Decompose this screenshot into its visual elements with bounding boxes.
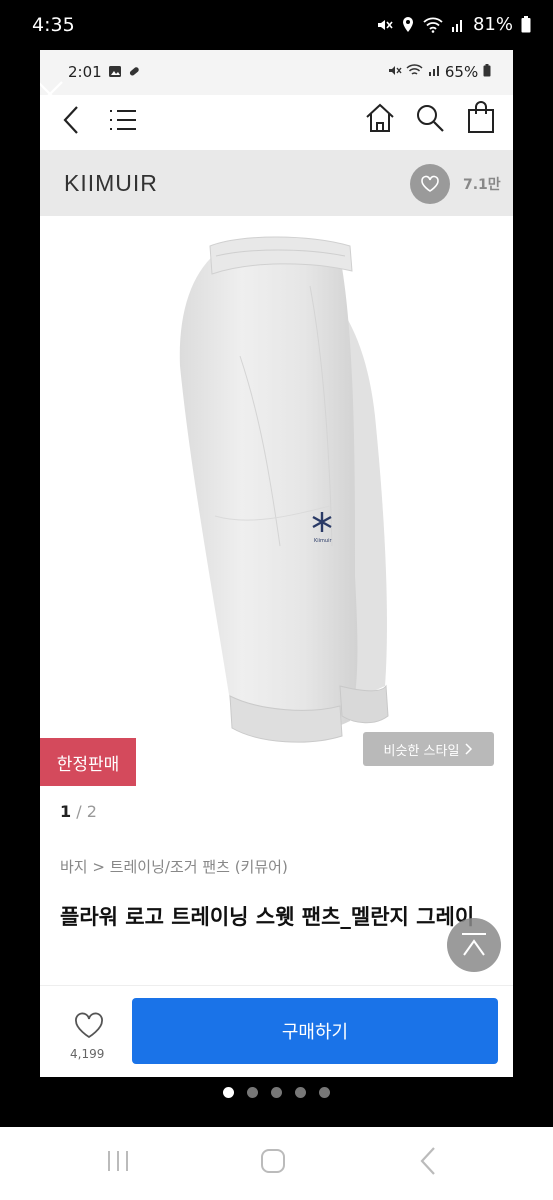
outer-status-time: 4:35 [32,14,75,36]
inner-battery-icon [483,64,491,77]
outer-battery-text: 81% [472,14,513,35]
brand-like-count: 7.1만 [463,177,501,193]
page-dot[interactable] [247,1087,258,1098]
system-navigation-bar [0,1127,553,1200]
pager-total: 2 [86,802,97,821]
brand-like-button[interactable] [410,164,450,204]
like-heart-icon[interactable] [73,1012,105,1040]
bag-icon[interactable] [466,100,496,134]
scroll-top-button[interactable] [447,918,501,972]
location-icon [402,16,413,32]
link-icon [129,67,139,76]
top-navigation [40,95,513,150]
product-logo-text: Kiimuir [314,538,332,544]
limited-sale-badge: 한정판매 [40,738,136,786]
heart-icon [421,175,439,192]
back-icon[interactable] [60,104,84,136]
recent-apps-icon[interactable] [104,1147,132,1175]
inner-status-icons: 65% [388,63,491,81]
page-dot-active[interactable] [223,1087,234,1098]
inner-mute-icon [388,66,402,75]
system-back-icon[interactable] [416,1145,440,1177]
bottom-action-bar: 4,199 구매하기 [40,985,513,1077]
page-dot[interactable] [295,1087,306,1098]
battery-icon [521,16,531,33]
page-dot[interactable] [319,1087,330,1098]
pager-current: 1 [60,802,72,821]
brand-bar[interactable]: KIIMUIR 7.1만 [40,150,513,216]
inner-signal-icon [429,66,440,76]
scroll-top-icon [462,933,486,956]
brand-name[interactable]: KIIMUIR [64,170,158,197]
inner-wifi-icon [406,64,423,75]
breadcrumb[interactable]: 바지 > 트레이닝/조거 팬츠 (키뮤어) [60,856,288,877]
product-title: 플라워 로고 트레이닝 스웻 팬츠_멜란지 그레이 [60,905,475,929]
outer-status-icons: 81% [375,14,531,35]
product-photo-pants [179,236,389,743]
signal-icon [451,19,462,32]
similar-style-button[interactable]: 비슷한 스타일 [363,732,494,766]
inner-battery-text: 65% [444,63,479,81]
gallery-icon [109,66,121,77]
chevron-right-icon [465,743,473,755]
pager-separator: / [71,802,87,821]
image-pager: 1 / 2 [60,802,97,821]
home-icon[interactable] [364,102,396,134]
page-indicator [0,1087,553,1103]
inner-status-time: 2:01 [68,63,102,81]
similar-style-label: 비슷한 스타일 [383,743,460,759]
like-count: 4,199 [70,1047,105,1061]
search-icon[interactable] [414,102,446,134]
product-image[interactable]: Kiimuir 한정판매 비슷한 스타일 [40,216,513,786]
outer-status-bar: 4:35 81% [0,0,553,50]
buy-button[interactable]: 구매하기 [132,998,498,1064]
app-screenshot: 2:01 65% KIIMUIR 7.1만 Kiimuir 한정판매 비슷한 스… [40,50,513,1077]
menu-icon[interactable] [108,107,138,133]
page-dot[interactable] [271,1087,282,1098]
home-button-icon[interactable] [259,1147,287,1175]
inner-status-bar: 2:01 65% [40,50,513,95]
wifi-icon [423,17,443,33]
mute-icon [377,19,393,30]
